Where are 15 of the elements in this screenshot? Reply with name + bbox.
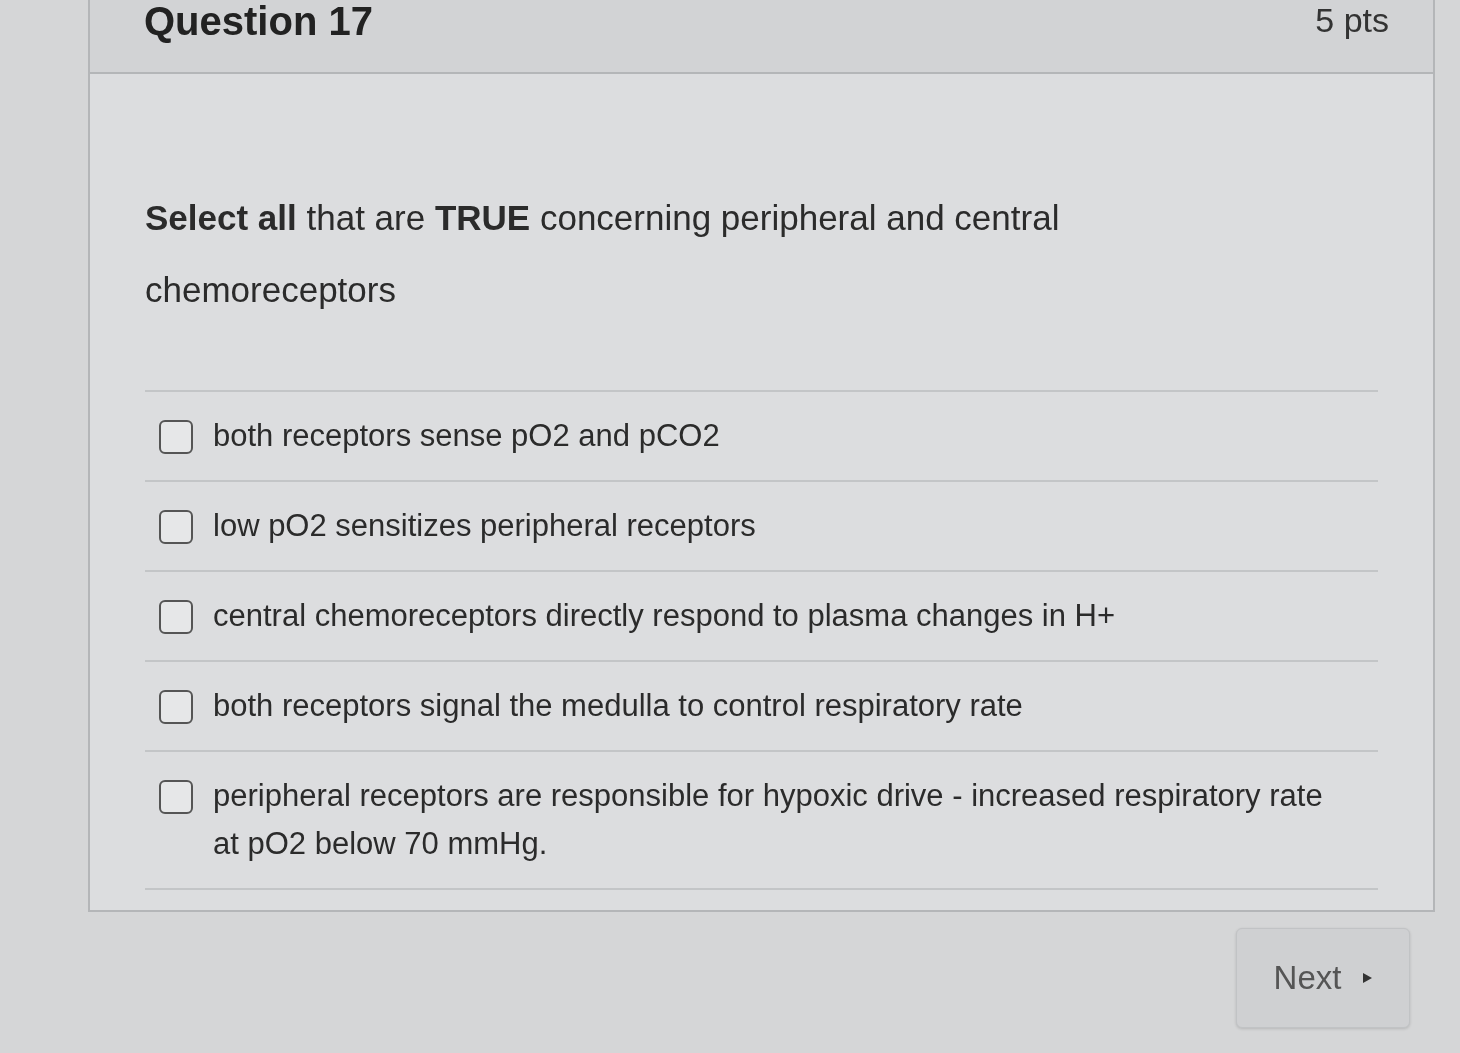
- next-button[interactable]: Next: [1236, 928, 1410, 1028]
- points-label: 5 pts: [1315, 0, 1389, 40]
- answer-label[interactable]: both receptors sense pO2 and pCO2: [213, 412, 720, 460]
- checkbox[interactable]: [159, 780, 193, 814]
- answer-label[interactable]: both receptors signal the medulla to control respiratory rate: [213, 682, 1023, 730]
- checkbox[interactable]: [159, 510, 193, 544]
- answer-label[interactable]: peripheral receptors are responsible for hypoxic drive - increased respiratory rate at pO2 below 70 mmHg.: [213, 772, 1323, 868]
- checkbox[interactable]: [159, 690, 193, 724]
- caret-icon: [1363, 973, 1373, 983]
- checkbox[interactable]: [159, 600, 193, 634]
- checkbox[interactable]: [159, 420, 193, 454]
- answer-label[interactable]: low pO2 sensitizes peripheral receptors: [213, 502, 756, 550]
- question-text: Select all that are TRUE concerning peripheral and central chemoreceptors: [145, 197, 1061, 311]
- question-title: Question 17: [144, 0, 373, 42]
- answer-label[interactable]: central chemoreceptors directly respond to plasma changes in H+: [213, 592, 1116, 640]
